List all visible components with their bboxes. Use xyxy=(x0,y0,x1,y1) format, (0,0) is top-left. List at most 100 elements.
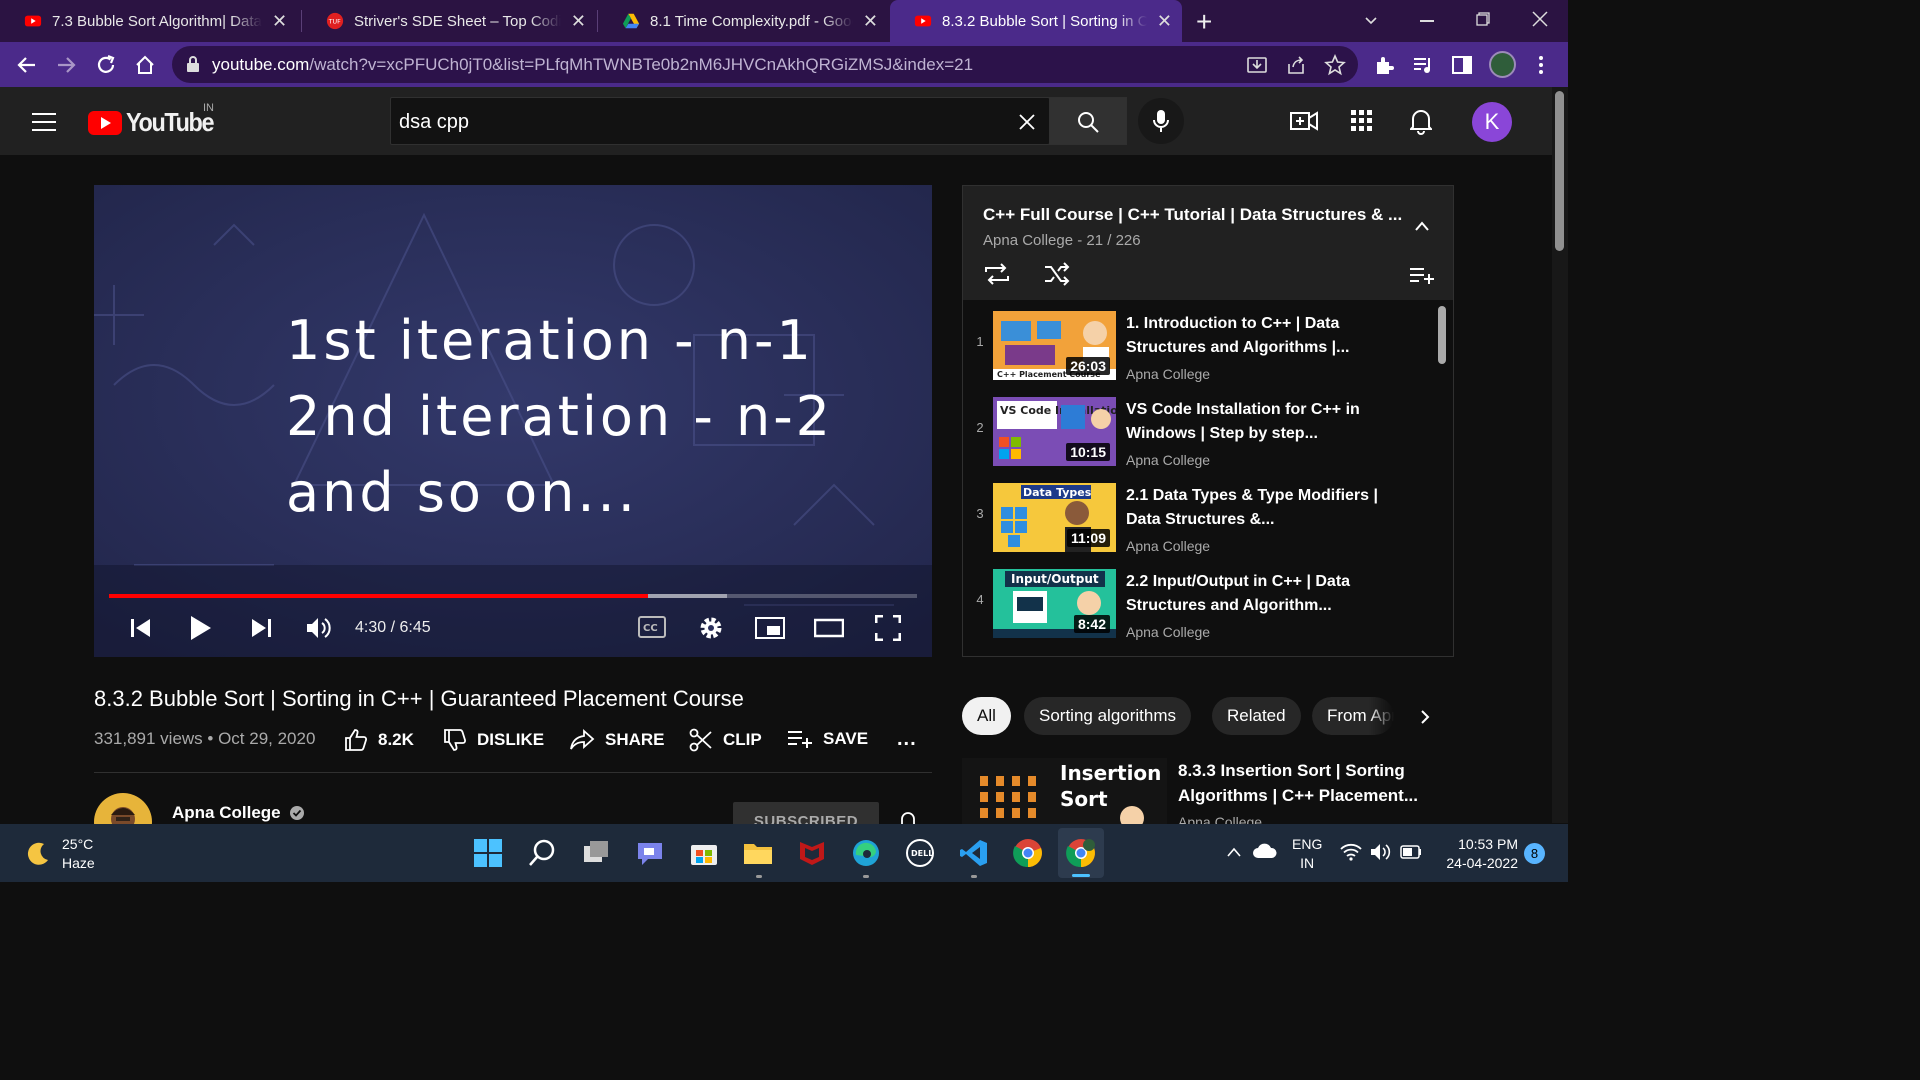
new-tab-button[interactable]: + xyxy=(1196,6,1212,38)
playlist-item[interactable]: 2 VS Code Installation 10:15 VS Code Ins… xyxy=(963,390,1441,476)
browser-tab[interactable]: 8.1 Time Complexity.pdf - Google Drive ✕ xyxy=(598,0,888,42)
tab-search-icon[interactable] xyxy=(1364,14,1378,28)
chip-related[interactable]: Related xyxy=(1212,697,1301,735)
address-bar[interactable]: youtube.com/watch?v=xcPFUCh0jT0&list=PLf… xyxy=(172,46,1358,83)
scrollbar-thumb[interactable] xyxy=(1555,91,1564,251)
home-icon[interactable] xyxy=(134,54,156,76)
wifi-icon[interactable] xyxy=(1340,843,1362,861)
file-explorer-icon[interactable] xyxy=(742,837,774,869)
save-button[interactable]: SAVE xyxy=(787,728,868,750)
miniplayer-icon[interactable] xyxy=(755,617,785,639)
reload-icon[interactable] xyxy=(95,54,117,76)
collapse-chevron-icon[interactable] xyxy=(1414,220,1430,232)
hamburger-menu-icon[interactable] xyxy=(32,112,56,132)
tab-title: Striver's SDE Sheet – Top Coding Intervi… xyxy=(354,12,561,30)
share-page-icon[interactable] xyxy=(1285,54,1307,76)
moon-weather-icon[interactable] xyxy=(24,840,52,868)
notification-badge[interactable]: 8 xyxy=(1524,843,1545,864)
close-window-button[interactable] xyxy=(1532,11,1548,27)
close-tab-icon[interactable]: ✕ xyxy=(863,11,878,32)
playlist-item[interactable]: 4 Input/Output 8:42 2.2 Input/Output in … xyxy=(963,562,1441,648)
playlist-item[interactable]: 1 C++ Placement Course 26:03 1. Introduc… xyxy=(963,304,1441,390)
dell-icon[interactable]: DELL xyxy=(904,837,936,869)
mcafee-icon[interactable] xyxy=(796,837,828,869)
media-control-icon[interactable] xyxy=(1412,54,1434,76)
onedrive-cloud-icon[interactable] xyxy=(1252,842,1278,860)
video-player[interactable]: 1st iteration - n-1 2nd iteration - n-2 … xyxy=(94,185,932,657)
dislike-button[interactable]: DISLIKE xyxy=(443,728,544,752)
volume-icon[interactable] xyxy=(306,616,332,640)
restore-button[interactable] xyxy=(1476,12,1490,26)
progress-bar[interactable] xyxy=(109,594,917,598)
microphone-icon xyxy=(1153,110,1169,132)
fullscreen-icon[interactable] xyxy=(875,615,901,641)
chip-all[interactable]: All xyxy=(962,697,1011,735)
captions-icon[interactable]: CC xyxy=(638,616,666,638)
system-clock[interactable]: 10:53 PM 24-04-2022 xyxy=(1438,835,1518,873)
channel-bell-icon[interactable] xyxy=(899,811,917,825)
account-avatar[interactable]: K xyxy=(1472,102,1512,142)
microsoft-store-icon[interactable] xyxy=(688,837,720,869)
playlist-scrollbar[interactable] xyxy=(1438,306,1446,364)
notifications-bell-icon[interactable] xyxy=(1410,107,1432,135)
more-actions-button[interactable]: ... xyxy=(897,728,917,751)
channel-name[interactable]: Apna College xyxy=(172,803,305,823)
close-tab-icon[interactable]: ✕ xyxy=(571,11,586,32)
chrome-menu-icon[interactable] xyxy=(1530,54,1552,76)
settings-gear-icon[interactable] xyxy=(698,615,724,641)
search-taskbar-icon[interactable] xyxy=(526,837,558,869)
forward-icon[interactable] xyxy=(55,54,77,76)
thumb-caption: Insertion xyxy=(1060,761,1161,785)
clear-search-icon[interactable] xyxy=(1018,113,1036,131)
teams-chat-icon[interactable] xyxy=(634,837,666,869)
running-indicator xyxy=(863,875,869,878)
battery-icon[interactable] xyxy=(1400,845,1422,859)
chrome-profile-icon[interactable] xyxy=(1065,837,1097,869)
chips-next-chevron-icon[interactable] xyxy=(1418,709,1432,725)
windows-start-icon[interactable] xyxy=(472,837,504,869)
vscode-icon[interactable] xyxy=(958,837,990,869)
weather-widget[interactable]: 25°C Haze xyxy=(62,835,95,873)
install-app-icon[interactable] xyxy=(1246,54,1268,76)
recommended-video[interactable]: Insertion Sort 8.3.3 Insertion Sort | So… xyxy=(962,758,1452,824)
playlist-title[interactable]: C++ Full Course | C++ Tutorial | Data St… xyxy=(983,205,1402,225)
lock-icon[interactable] xyxy=(186,56,200,72)
close-tab-icon[interactable]: ✕ xyxy=(1157,11,1172,32)
extensions-icon[interactable] xyxy=(1373,54,1395,76)
search-input[interactable]: dsa cpp xyxy=(390,97,1050,145)
browser-tab[interactable]: 7.3 Bubble Sort Algorithm| Data Structur… xyxy=(0,0,300,42)
save-label: SAVE xyxy=(823,729,869,748)
minimize-button[interactable] xyxy=(1420,20,1434,22)
side-panel-icon[interactable] xyxy=(1451,54,1473,76)
browser-tab-active[interactable]: 8.3.2 Bubble Sort | Sorting in C++ ✕ xyxy=(890,0,1182,42)
loop-icon[interactable] xyxy=(983,262,1011,286)
language-indicator[interactable]: ENG IN xyxy=(1292,835,1322,873)
volume-taskbar-icon[interactable] xyxy=(1370,843,1392,861)
previous-video-icon[interactable] xyxy=(130,617,152,639)
back-icon[interactable] xyxy=(16,54,38,76)
bookmark-star-icon[interactable] xyxy=(1324,54,1346,76)
task-view-icon[interactable] xyxy=(580,837,612,869)
apps-grid-icon[interactable] xyxy=(1351,110,1373,132)
profile-avatar[interactable] xyxy=(1489,51,1516,78)
page-scrollbar[interactable] xyxy=(1552,87,1568,823)
share-button[interactable]: SHARE xyxy=(569,728,665,752)
theater-mode-icon[interactable] xyxy=(814,617,844,639)
next-video-icon[interactable] xyxy=(250,617,272,639)
play-icon[interactable] xyxy=(190,615,212,641)
playlist-save-icon[interactable] xyxy=(1409,266,1435,284)
show-hidden-icons-chevron[interactable] xyxy=(1226,846,1242,858)
voice-search-button[interactable] xyxy=(1138,98,1184,144)
chrome-icon[interactable] xyxy=(1012,837,1044,869)
chip-from-channel[interactable]: From Apna College xyxy=(1312,697,1394,735)
close-tab-icon[interactable]: ✕ xyxy=(272,11,287,32)
clip-button[interactable]: CLIP xyxy=(689,728,762,752)
search-button[interactable] xyxy=(1049,97,1127,145)
shuffle-icon[interactable] xyxy=(1043,262,1071,286)
edge-browser-icon[interactable] xyxy=(850,837,882,869)
create-video-icon[interactable] xyxy=(1290,109,1318,133)
chip-sorting-algorithms[interactable]: Sorting algorithms xyxy=(1024,697,1192,735)
playlist-item[interactable]: 3 Data Types 11:09 2.1 Data Types & Type… xyxy=(963,476,1441,562)
like-button[interactable]: 8.2K xyxy=(344,728,414,752)
browser-tab[interactable]: TUF Striver's SDE Sheet – Top Coding Int… xyxy=(302,0,596,42)
